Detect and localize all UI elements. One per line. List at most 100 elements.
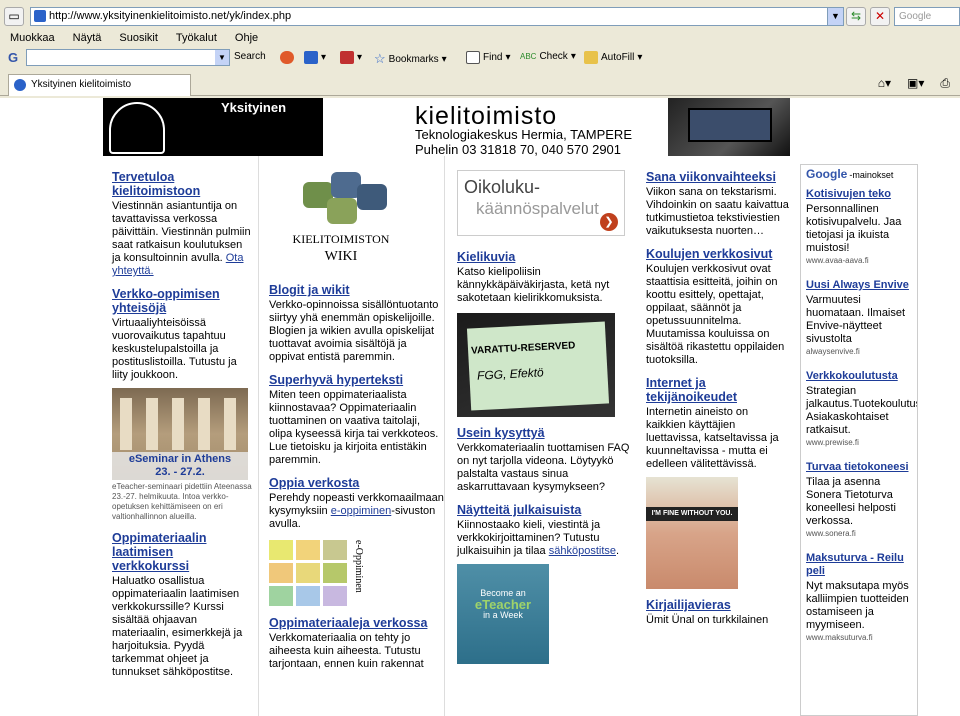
print-icon[interactable]: ⎙ <box>940 76 950 91</box>
course-text: Haluatko osallistua oppimateriaalin laat… <box>112 575 243 678</box>
athens-seminar-image[interactable]: eSeminar in Athens 23. - 27.2. <box>112 388 248 480</box>
word-section: Sana viikonvaihteeksi Viikon sana on tek… <box>646 170 790 238</box>
community-title-link[interactable]: Verkko-oppimisen yhteisöjä <box>112 287 253 315</box>
check-label: Check <box>539 51 568 62</box>
column-shape <box>120 398 132 450</box>
toolbar-dropdown-icon[interactable]: ▼ <box>215 50 229 65</box>
eteacher-book-cover[interactable]: Become an eTeacher in a Week <box>457 564 549 664</box>
column-shape <box>198 398 210 450</box>
ad-title-link[interactable]: Maksuturva - Reilu peli <box>806 552 917 578</box>
proofreading-banner[interactable]: Oikoluku- käännöspalvelut ❯ <box>457 170 625 236</box>
school-title-link[interactable]: Koulujen verkkosivut <box>646 247 790 261</box>
grid-cell <box>323 540 347 560</box>
eoppiminen-link[interactable]: e-oppiminen <box>331 505 392 517</box>
grid-cell <box>269 586 293 606</box>
ad-item: Turvaa tietokoneesi Tilaa ja asenna Sone… <box>806 461 917 538</box>
menu-item-view[interactable]: Näytä <box>63 30 110 48</box>
athens-caption-line2: 23. - 27.2. <box>155 466 205 478</box>
google-toolbar: G ▼ Search ▾ ▾ ☆ Bookmarks ▾ Find ▾ ABC Chec… <box>0 48 960 68</box>
grid-cell <box>296 586 320 606</box>
banner-phone: Puhelin 03 31818 70, 040 570 2901 <box>415 142 622 157</box>
google-ads-logo: Google <box>806 167 848 181</box>
grid-label: e-Oppiminen <box>353 540 364 593</box>
puzzle-piece-icon <box>327 198 357 224</box>
site-banner: Yksityinen kielitoimisto Teknologiakesku… <box>103 98 790 157</box>
pictures-title-link[interactable]: Kielikuvia <box>457 250 638 264</box>
ad-title-link[interactable]: Uusi Always Envive <box>806 279 917 292</box>
toolbar-pagerank-button[interactable] <box>280 51 294 64</box>
email-order-link[interactable]: sähköpostitse <box>549 545 616 557</box>
toolbar-autofill-button[interactable]: AutoFill ▾ <box>584 51 642 64</box>
writer-title-link[interactable]: Kirjailijavieras <box>646 598 790 612</box>
toolbar-plus-button[interactable]: ▾ <box>304 51 326 64</box>
hypertext-title-link[interactable]: Superhyvä hyperteksti <box>269 373 444 387</box>
ad-url[interactable]: www.avaa-aava.fi <box>806 256 917 265</box>
ads-header: Google -mainokset <box>806 167 917 181</box>
reserved-sign-photo[interactable]: VARATTU-RESERVED FGG, Efektö <box>457 313 615 417</box>
stop-icon[interactable]: ✕ <box>870 7 890 26</box>
home-icon[interactable]: ⌂▾ <box>878 76 891 91</box>
wiki-logo[interactable]: Kielitoimiston WIKI <box>277 170 407 275</box>
samples-text: Kiinnostaako kieli, viestintä ja verkkok… <box>457 519 620 557</box>
ad-url[interactable]: www.prewise.fi <box>806 438 917 447</box>
toolbar-search-input[interactable]: ▼ <box>26 49 230 66</box>
feeds-icon[interactable]: ▣▾ <box>907 76 924 91</box>
toolbar-search-button[interactable]: Search <box>234 51 266 62</box>
ad-title-link[interactable]: Verkkokoulutusta <box>806 370 917 383</box>
search-label: Search <box>234 51 266 62</box>
google-search-field[interactable]: Google <box>894 7 960 26</box>
writer-section: Kirjailijavieras Ümit Ünal on turkkilain… <box>646 598 790 627</box>
wiki-logo-line1: Kielitoimiston <box>292 232 390 246</box>
ad-title-link[interactable]: Kotisivujen teko <box>806 188 917 201</box>
address-field[interactable]: http://www.yksityinenkielitoimisto.net/y… <box>30 7 844 26</box>
ad-title-link[interactable]: Turvaa tietokoneesi <box>806 461 917 474</box>
book-cover-face[interactable]: I'M FINE WITHOUT YOU. <box>646 477 738 589</box>
grid-cell <box>269 563 293 583</box>
word-title-link[interactable]: Sana viikonvaihteeksi <box>646 170 790 184</box>
refresh-icon[interactable]: ⇆ <box>846 7 866 26</box>
material-title-link[interactable]: Oppimateriaaleja verkossa <box>269 616 444 630</box>
tab-current[interactable]: Yksityinen kielitoimisto <box>8 74 191 96</box>
menu-item-edit[interactable]: Muokkaa <box>0 30 63 48</box>
copyright-title-link[interactable]: Internet ja tekijänoikeudet <box>646 376 790 404</box>
ad-item: Uusi Always Envive Varmuutesi huomataan.… <box>806 279 917 356</box>
material-text: Verkkomateriaalia on tehty jo aiheesta k… <box>269 632 424 670</box>
course-title-link[interactable]: Oppimateriaalin laatimisen verkkokurssi <box>112 531 253 573</box>
blogs-section: Blogit ja wikit Verkko-opinnoissa sisäll… <box>269 283 444 364</box>
grid-cell <box>269 540 293 560</box>
blogs-title-link[interactable]: Blogit ja wikit <box>269 283 444 297</box>
learn-title-link[interactable]: Oppia verkosta <box>269 476 444 490</box>
address-dropdown-icon[interactable]: ▼ <box>827 8 843 25</box>
column-shape <box>172 398 184 450</box>
welcome-title-link[interactable]: Tervetuloa kielitoimistoon <box>112 170 253 198</box>
ad-url[interactable]: www.sonera.fi <box>806 529 917 538</box>
toolbar-popup-button[interactable]: ▾ <box>340 51 362 64</box>
course-section: Oppimateriaalin laatimisen verkkokurssi … <box>112 531 253 679</box>
hypertext-section: Superhyvä hyperteksti Miten teen oppimat… <box>269 373 444 467</box>
toolbar-check-button[interactable]: ABC Check ▾ <box>520 51 576 62</box>
tab-bar: Yksityinen kielitoimisto ⌂▾ ▣▾ ⎙ <box>0 72 960 96</box>
address-bar-row: ▭ http://www.yksityinenkielitoimisto.net… <box>4 5 960 27</box>
toolbar-find-button[interactable]: Find ▾ <box>466 51 510 64</box>
ad-url[interactable]: www.maksuturva.fi <box>806 633 917 642</box>
welcome-text: Viestinnän asiantuntija on tavattavissa … <box>112 200 253 278</box>
eoppiminen-logo[interactable]: e-Oppiminen <box>269 540 444 616</box>
grid-cell <box>296 540 320 560</box>
menu-item-favorites[interactable]: Suosikit <box>109 30 166 48</box>
faq-title-link[interactable]: Usein kysyttyä <box>457 426 638 440</box>
face-cover-text: I'M FINE WITHOUT YOU. <box>646 507 738 521</box>
word-text: Viikon sana on tekstarismi. Vihdoinkin o… <box>646 186 789 237</box>
toolbar-bookmarks-button[interactable]: ☆ Bookmarks ▾ <box>374 51 447 67</box>
web-page: Yksityinen kielitoimisto Teknologiakesku… <box>0 98 960 716</box>
copyright-text: Internetin aineisto on kaikkien käyttäji… <box>646 406 779 470</box>
ad-body: Personnallinen kotisivupalvelu. Jaa tiet… <box>806 203 902 254</box>
learn-section: Oppia verkosta Perehdy nopeasti verkkoma… <box>269 476 444 531</box>
menu-item-help[interactable]: Ohje <box>225 30 266 48</box>
writer-text: Ümit Ünal on turkkilainen <box>646 614 769 626</box>
ie-tab-icon <box>14 79 26 91</box>
pictures-text: Katso kielipoliisin kännykkäpäiväkirjast… <box>457 266 610 304</box>
ad-url[interactable]: alwaysenvive.fi <box>806 347 917 356</box>
ad-body: Strategian jalkautus.Tuotekoulutus. Asia… <box>806 385 918 436</box>
menu-item-tools[interactable]: Työkalut <box>166 30 225 48</box>
samples-title-link[interactable]: Näytteitä julkaisuista <box>457 503 638 517</box>
